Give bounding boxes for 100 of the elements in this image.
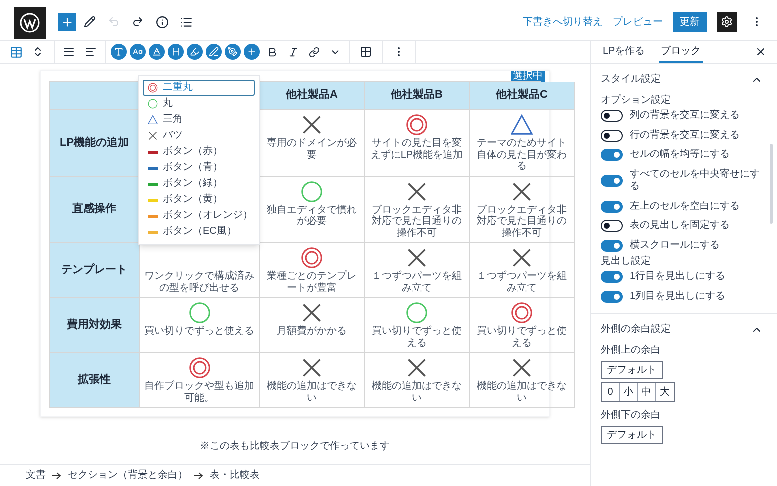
add-button[interactable]	[244, 44, 260, 60]
heading-button[interactable]	[168, 44, 184, 60]
toggle-switch[interactable]	[601, 130, 623, 142]
highlighter-button[interactable]	[187, 44, 203, 60]
italic-icon	[288, 46, 298, 58]
size-option[interactable]: 中	[638, 383, 656, 401]
toggle-switch[interactable]	[601, 240, 623, 252]
header-cell: 他社製品B	[365, 82, 470, 110]
sidebar-tab[interactable]: LPを作る	[601, 41, 648, 63]
add-block-button[interactable]	[58, 13, 76, 31]
info-icon	[156, 16, 168, 28]
toggle-switch[interactable]	[601, 149, 623, 162]
default-button[interactable]: デフォルト	[601, 361, 663, 379]
header-cell: 他社製品C	[470, 82, 575, 110]
toggle-label: 表の見出しを固定する	[630, 220, 730, 232]
group-label: 見出し設定	[601, 254, 652, 269]
type-button[interactable]	[111, 44, 127, 60]
size-option[interactable]: 大	[656, 383, 674, 401]
arrow-icon	[52, 472, 62, 480]
dropdown-item[interactable]: 丸	[143, 96, 255, 112]
breadcrumb-link[interactable]: 文書	[26, 468, 46, 483]
heading-icon	[171, 47, 181, 57]
toggle-label: 横スクロールにする	[630, 240, 720, 252]
dropdown-item[interactable]: バツ	[143, 128, 255, 144]
cell-note: 機能の追加はできない	[476, 381, 568, 404]
toggle-label: すべてのセルを中央寄せにする	[630, 168, 761, 194]
caption: ※この表も比較表ブロックで作っています	[199, 440, 391, 454]
settings-button[interactable]	[717, 12, 737, 32]
bold-icon	[266, 46, 278, 58]
arrow-icon	[194, 472, 204, 480]
table-icon	[10, 46, 22, 58]
pen-icon	[209, 47, 219, 57]
font-size-icon	[133, 47, 143, 57]
cell-note: ブロックエディタ非対応で見た目通りの操作不可	[476, 204, 568, 239]
cell-note: 機能の追加はできない	[371, 381, 463, 404]
default-button[interactable]: デフォルト	[601, 426, 663, 444]
cell-note: 月額費がかかる	[277, 326, 347, 338]
toggle-label: 左上のセルを空白にする	[630, 200, 740, 213]
toggle-label: セルの幅を均等にする	[630, 149, 730, 162]
row-header: 費用対効果	[50, 298, 140, 353]
row-header: 拡張性	[50, 353, 140, 408]
chevrons-icon	[32, 46, 44, 58]
scrollbar-thumb[interactable]	[770, 144, 773, 224]
dropdown-item[interactable]: ボタン（青）	[143, 160, 255, 176]
redo-icon	[132, 16, 144, 28]
size-option[interactable]: 0	[602, 383, 620, 401]
logo-tile[interactable]	[14, 7, 46, 39]
breadcrumb-link[interactable]: セクション（背景と余白）	[68, 468, 188, 483]
sidebar-tab[interactable]: ブロック	[659, 41, 704, 63]
font-size-button[interactable]	[130, 44, 146, 60]
update-button[interactable]: 更新	[673, 12, 707, 32]
font-color-icon	[152, 47, 162, 57]
toggle-label: 1列目を見出しにする	[630, 290, 726, 303]
pen-button[interactable]	[206, 44, 222, 60]
align-left-icon	[85, 46, 97, 58]
highlighter-icon	[190, 47, 200, 57]
toggle-switch[interactable]	[601, 271, 623, 284]
row-header: LP機能の追加	[50, 110, 140, 176]
dropdown-item[interactable]: ボタン（赤）	[143, 144, 255, 160]
dropdown-item[interactable]: ボタン（オレンジ）	[143, 208, 255, 224]
toggle-label: 行の背景を交互に変える	[630, 130, 740, 142]
pen-tool-icon	[228, 47, 238, 57]
cell-note: 買い切りでずっと使える	[476, 326, 568, 349]
font-color-button[interactable]	[149, 44, 165, 60]
size-option[interactable]: 小	[620, 383, 638, 401]
close-button[interactable]	[755, 46, 767, 58]
align-justify-icon	[63, 46, 75, 58]
add-icon	[60, 16, 74, 28]
cell-note: 買い切りでずっと使える	[144, 326, 254, 338]
undo-icon	[108, 16, 120, 28]
pen-tool-button[interactable]	[225, 44, 241, 60]
dropdown-item[interactable]: ボタン（緑）	[143, 176, 255, 192]
dropdown-item[interactable]: 三角	[143, 112, 255, 128]
list-icon	[180, 16, 192, 28]
cell-note: ブロックエディタ非対応で見た目通りの操作不可	[371, 204, 463, 239]
pencil-icon	[84, 16, 96, 28]
dropdown-item[interactable]: ボタン（黄）	[143, 192, 255, 208]
cell-note: テーマのためサイト自体の見た目が変わる	[476, 138, 568, 172]
cell-note: 独自エディタで慣れが必要	[266, 204, 358, 228]
cell-note: 業種ごとのテンプレートが豊富	[266, 271, 358, 294]
link-icon	[308, 46, 320, 58]
header-link[interactable]: 下書きへ切り替え	[523, 14, 603, 30]
toggle-switch[interactable]	[601, 200, 623, 213]
header-link[interactable]: プレビュー	[613, 14, 663, 30]
field-label: 外側下の余白	[601, 409, 661, 423]
toggle-label: 1行目を見出しにする	[630, 271, 726, 284]
type-icon	[114, 47, 124, 57]
cell-note: 機能の追加はできない	[266, 381, 358, 404]
cell-note: サイトの見た目を変えずにLP機能を追加	[370, 138, 464, 161]
section-title: スタイル設定	[601, 72, 661, 87]
toggle-switch[interactable]	[601, 110, 623, 122]
toggle-switch[interactable]	[601, 290, 623, 303]
cell-note: 専用のドメインが必要	[266, 138, 358, 161]
dropdown-item[interactable]: ボタン（EC風）	[143, 224, 255, 240]
toggle-switch[interactable]	[601, 175, 623, 187]
row-header: テンプレート	[50, 243, 140, 298]
toggle-switch[interactable]	[601, 220, 623, 232]
toggle-label: 列の背景を交互に変える	[630, 110, 740, 122]
breadcrumb-link[interactable]: 表・比較表	[210, 468, 260, 483]
dropdown-item[interactable]: 二重丸	[143, 80, 255, 96]
